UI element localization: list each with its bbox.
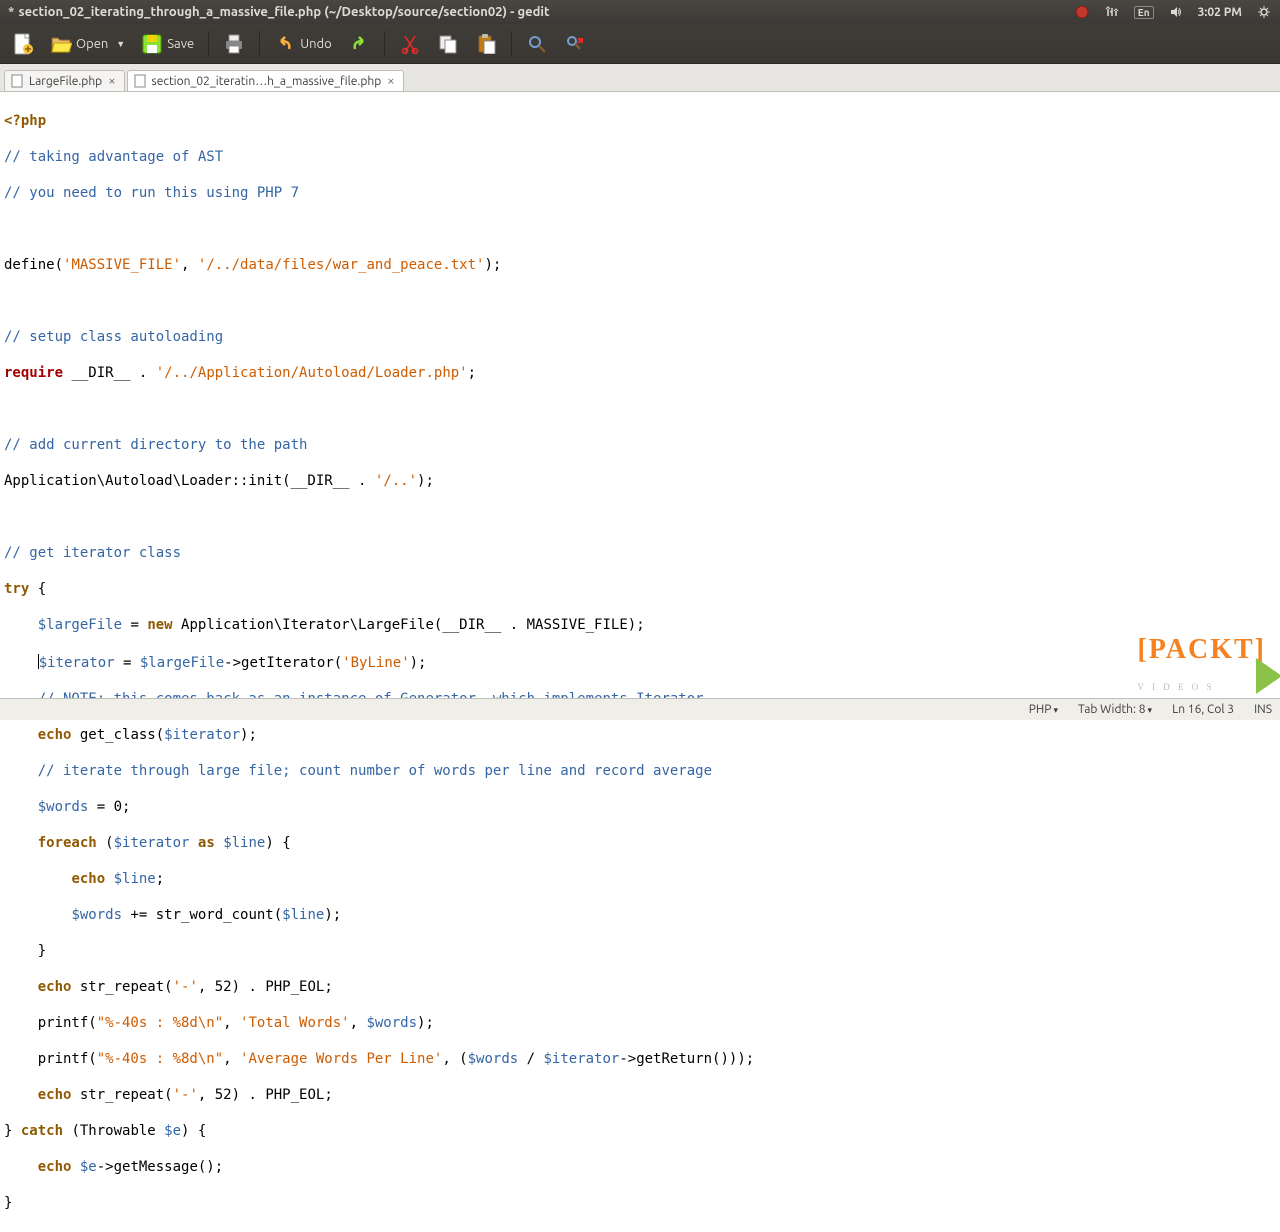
window-title: section_02_iterating_through_a_massive_f… — [18, 5, 1073, 19]
tab-label: LargeFile.php — [29, 75, 102, 88]
separator — [208, 31, 209, 57]
replace-button[interactable] — [558, 29, 592, 59]
search-button[interactable] — [520, 29, 554, 59]
tab-label: section_02_iteratin…h_a_massive_file.php — [152, 75, 382, 88]
modified-indicator: * — [8, 5, 14, 19]
statusbar: PHP Tab Width: 8 Ln 16, Col 3 INS — [0, 698, 1280, 720]
record-icon[interactable] — [1074, 4, 1090, 20]
paste-icon — [475, 33, 497, 55]
toolbar: Open ▼ Save Undo — [0, 24, 1280, 64]
open-label: Open — [76, 37, 108, 51]
cut-icon — [399, 33, 421, 55]
tab-close-icon[interactable]: × — [108, 74, 115, 88]
clock[interactable]: 3:02 PM — [1198, 6, 1242, 19]
replace-icon — [564, 33, 586, 55]
code-comment: // get iterator class — [4, 545, 181, 561]
tab-bar: LargeFile.php × section_02_iteratin…h_a_… — [0, 64, 1280, 92]
search-icon — [526, 33, 548, 55]
document-icon — [11, 74, 25, 88]
play-icon — [1256, 658, 1280, 694]
separator — [511, 31, 512, 57]
print-button[interactable] — [217, 29, 251, 59]
undo-icon — [274, 33, 296, 55]
new-button[interactable] — [6, 29, 40, 59]
save-button[interactable]: Save — [135, 29, 200, 59]
titlebar: * section_02_iterating_through_a_massive… — [0, 0, 1280, 24]
open-button[interactable]: Open ▼ — [44, 29, 131, 59]
tab-largefile[interactable]: LargeFile.php × — [4, 70, 125, 91]
chevron-down-icon: ▼ — [116, 39, 125, 49]
code-token: <?php — [4, 113, 46, 129]
folder-open-icon — [50, 33, 72, 55]
cursor-position: Ln 16, Col 3 — [1172, 703, 1234, 716]
editor-area[interactable]: <?php // taking advantage of AST // you … — [0, 92, 1280, 1232]
keyboard-indicator[interactable]: En — [1134, 6, 1154, 19]
packt-logo: [PACKT]V I D E O S — [1137, 634, 1266, 698]
new-file-icon — [12, 33, 34, 55]
save-icon — [141, 33, 163, 55]
copy-button[interactable] — [431, 29, 465, 59]
volume-icon[interactable] — [1168, 4, 1184, 20]
code-comment: // you need to run this using PHP 7 — [4, 185, 299, 201]
undo-label: Undo — [300, 37, 332, 51]
tab-close-icon[interactable]: × — [387, 74, 394, 88]
cut-button[interactable] — [393, 29, 427, 59]
tab-section02[interactable]: section_02_iteratin…h_a_massive_file.php… — [127, 70, 404, 91]
code-comment: // add current directory to the path — [4, 437, 307, 453]
system-tray: En 3:02 PM — [1074, 4, 1272, 20]
paste-button[interactable] — [469, 29, 503, 59]
code-comment: // taking advantage of AST — [4, 149, 223, 165]
redo-icon — [348, 33, 370, 55]
redo-button[interactable] — [342, 29, 376, 59]
tabwidth-selector[interactable]: Tab Width: 8 — [1078, 703, 1152, 716]
undo-button[interactable]: Undo — [268, 29, 338, 59]
document-icon — [134, 74, 148, 88]
code-comment: // setup class autoloading — [4, 329, 223, 345]
separator — [259, 31, 260, 57]
language-selector[interactable]: PHP — [1029, 703, 1058, 716]
gear-icon[interactable] — [1256, 4, 1272, 20]
print-icon — [223, 33, 245, 55]
separator — [384, 31, 385, 57]
text-cursor — [38, 654, 39, 669]
insert-mode[interactable]: INS — [1254, 703, 1272, 716]
network-icon[interactable] — [1104, 4, 1120, 20]
save-label: Save — [167, 37, 194, 51]
copy-icon — [437, 33, 459, 55]
